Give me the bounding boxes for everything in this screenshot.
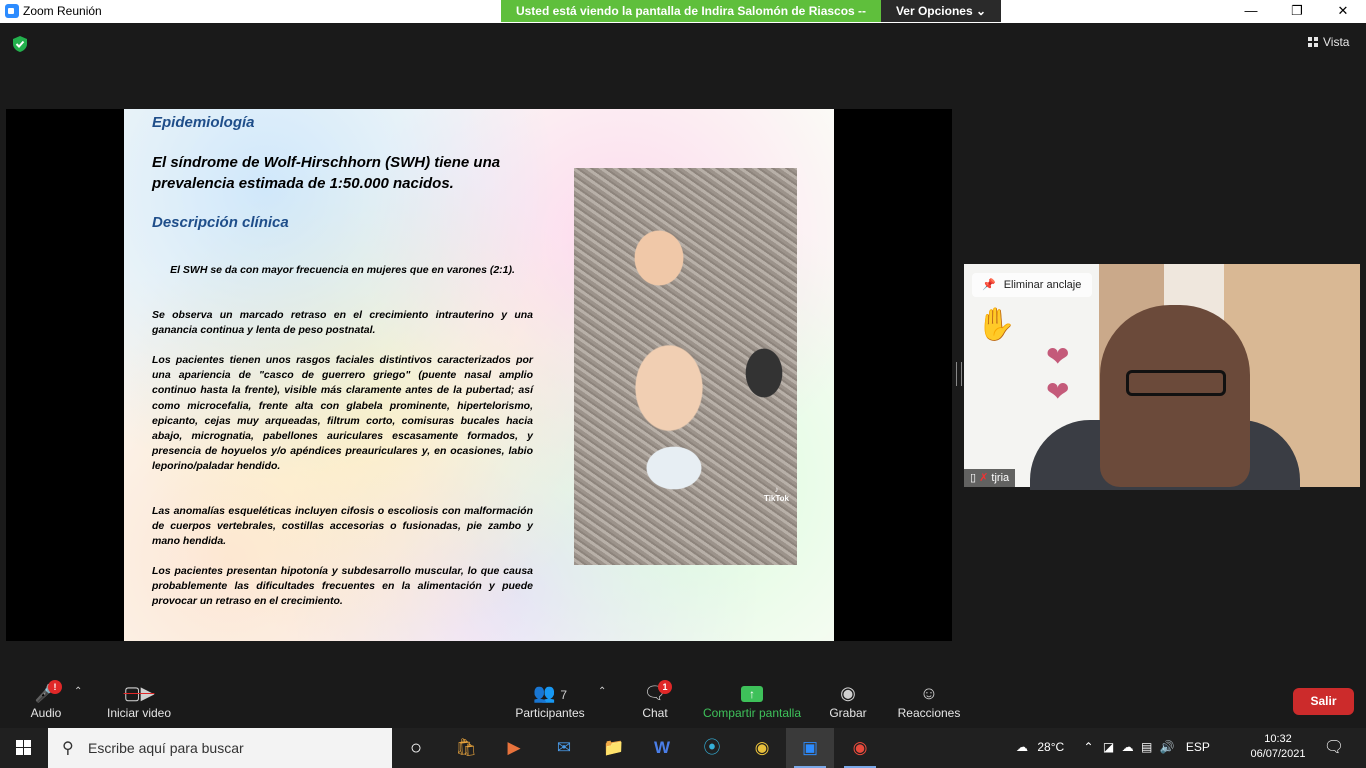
file-explorer-icon[interactable]: 📁 bbox=[590, 728, 638, 768]
window-title: Zoom Reunión bbox=[23, 4, 102, 18]
participants-options-caret[interactable]: ⌃ bbox=[598, 686, 606, 697]
mic-muted-icon: ✗ bbox=[979, 472, 989, 484]
reactions-button[interactable]: ☺ Reacciones bbox=[896, 680, 962, 720]
chrome-icon[interactable]: ◉ bbox=[738, 728, 786, 768]
view-label: Vista bbox=[1323, 35, 1350, 49]
heart-decoration: ❤ bbox=[1046, 341, 1070, 372]
maximize-button[interactable]: ❐ bbox=[1274, 0, 1320, 23]
view-options-button[interactable]: Ver Opciones ⌄ bbox=[881, 0, 1001, 22]
slide-lead-line-2: prevalencia estimada de 1:50.000 nacidos… bbox=[152, 175, 454, 192]
zoom-taskbar-icon[interactable]: ▣ bbox=[786, 728, 834, 768]
audio-options-caret[interactable]: ⌃ bbox=[74, 686, 82, 697]
leave-meeting-button[interactable]: Salir bbox=[1293, 688, 1354, 715]
participant-name: tjria bbox=[991, 472, 1010, 484]
participants-icon: 👥 bbox=[532, 683, 556, 703]
chat-unread-badge: 1 bbox=[658, 680, 672, 694]
store-icon[interactable]: 🛍 bbox=[442, 728, 490, 768]
start-video-button[interactable]: ▢▶ Iniciar video bbox=[104, 680, 174, 720]
start-button[interactable] bbox=[0, 728, 48, 768]
pin-icon: 📌 bbox=[982, 279, 996, 291]
reactions-icon: ☺ bbox=[919, 683, 939, 703]
slide-paragraph: Las anomalías esqueléticas incluyen cifo… bbox=[152, 505, 533, 548]
slide-lead-line-1: El síndrome de Wolf-Hirschhorn (SWH) tie… bbox=[152, 154, 501, 171]
reactions-label: Reacciones bbox=[897, 706, 961, 720]
close-button[interactable]: ✕ bbox=[1320, 0, 1366, 23]
baby-photo: ♪ TikTok bbox=[574, 168, 797, 565]
audio-label: Audio bbox=[30, 706, 62, 720]
video-off-icon: ▢▶ bbox=[123, 683, 155, 703]
audio-warning-badge: ! bbox=[48, 680, 62, 694]
minimize-button[interactable]: — bbox=[1228, 0, 1274, 23]
mail-icon[interactable]: ✉ bbox=[540, 728, 588, 768]
slide-paragraph: Los pacientes presentan hipotonía y subd… bbox=[152, 565, 533, 608]
taskbar-search-box[interactable]: ⚲ Escribe aquí para buscar bbox=[48, 728, 392, 768]
raised-hand-icon: ✋ bbox=[976, 306, 1016, 342]
participants-button[interactable]: 👥 7 Participantes bbox=[514, 680, 586, 720]
tray-app-icon[interactable]: ◪ bbox=[1103, 740, 1114, 754]
record-button[interactable]: ◉ Grabar bbox=[826, 680, 870, 720]
tiktok-watermark: ♪ TikTok bbox=[763, 485, 789, 503]
participants-count: 7 bbox=[560, 688, 568, 702]
record-icon: ◉ bbox=[840, 683, 856, 703]
share-screen-label: Compartir pantalla bbox=[702, 706, 802, 720]
chat-icon: 🗨 1 bbox=[634, 680, 676, 706]
slide-paragraph: Los pacientes tienen unos rasgos faciale… bbox=[152, 354, 533, 473]
input-language[interactable]: ESP bbox=[1186, 740, 1210, 754]
weather-icon[interactable]: ☁ bbox=[1016, 740, 1028, 754]
video-player-icon[interactable]: ▶ bbox=[490, 728, 538, 768]
search-icon: ⚲ bbox=[62, 740, 74, 757]
microphone-icon: 🎤! bbox=[22, 680, 70, 706]
tray-chevron-icon[interactable]: ⌃ bbox=[1084, 740, 1094, 754]
grid-icon bbox=[1308, 37, 1318, 47]
view-button[interactable]: Vista bbox=[1308, 35, 1349, 49]
participant-name-tag: ▯ ✗ tjria bbox=[964, 469, 1016, 487]
screen-share-banner: Usted está viendo la pantalla de Indira … bbox=[501, 0, 881, 22]
network-icon[interactable]: ▤ bbox=[1141, 740, 1152, 754]
task-view-icon[interactable]: ○ bbox=[392, 728, 440, 768]
notifications-icon[interactable]: 🗨 bbox=[1310, 728, 1358, 768]
volume-icon[interactable]: 🔊 bbox=[1160, 740, 1175, 754]
search-placeholder: Escribe aquí para buscar bbox=[88, 740, 244, 756]
taskbar-clock[interactable]: 10:32 06/07/2021 bbox=[1248, 732, 1308, 762]
chrome-icon-2[interactable]: ◉ bbox=[836, 728, 884, 768]
onedrive-icon[interactable]: ☁ bbox=[1122, 740, 1134, 754]
chat-label: Chat bbox=[642, 706, 668, 720]
signal-icon: ▯ bbox=[970, 472, 977, 484]
slide-paragraph: Se observa un marcado retraso en el crec… bbox=[152, 309, 533, 337]
participant-figure bbox=[1100, 305, 1250, 487]
slide-heading-clinical: Descripción clínica bbox=[152, 214, 289, 231]
unpin-button[interactable]: 📌 Eliminar anclaje bbox=[972, 273, 1092, 297]
record-label: Grabar bbox=[829, 706, 867, 720]
resize-handle[interactable] bbox=[956, 362, 962, 386]
slide-heading-epidemiology: Epidemiología bbox=[152, 114, 255, 131]
tray-area: ☁ 28°C ⌃ ◪ ☁ ▤ 🔊 ESP bbox=[1016, 740, 1210, 754]
clock-time: 10:32 bbox=[1264, 733, 1292, 745]
start-video-label: Iniciar video bbox=[106, 706, 172, 720]
participant-glasses bbox=[1126, 370, 1226, 396]
weather-temperature[interactable]: 28°C bbox=[1037, 740, 1064, 754]
chevron-down-icon: ⌄ bbox=[975, 4, 987, 18]
participants-label: Participantes bbox=[515, 706, 585, 720]
audio-button[interactable]: 🎤! Audio bbox=[22, 680, 70, 720]
share-screen-icon: ↑ bbox=[741, 686, 763, 703]
heart-decoration: ❤ bbox=[1046, 376, 1070, 407]
edge-icon[interactable]: ⦿ bbox=[688, 728, 736, 768]
unpin-label: Eliminar anclaje bbox=[1003, 279, 1082, 291]
shield-icon[interactable] bbox=[11, 35, 29, 53]
share-screen-button[interactable]: ↑ Compartir pantalla bbox=[700, 680, 804, 720]
word-icon[interactable]: W bbox=[638, 728, 686, 768]
slide-paragraph: El SWH se da con mayor frecuencia en muj… bbox=[170, 264, 515, 276]
chat-button[interactable]: 🗨 1 Chat bbox=[634, 680, 676, 720]
clock-date: 06/07/2021 bbox=[1250, 748, 1306, 760]
view-options-label: Ver Opciones bbox=[895, 4, 973, 18]
zoom-app-icon bbox=[5, 4, 19, 18]
